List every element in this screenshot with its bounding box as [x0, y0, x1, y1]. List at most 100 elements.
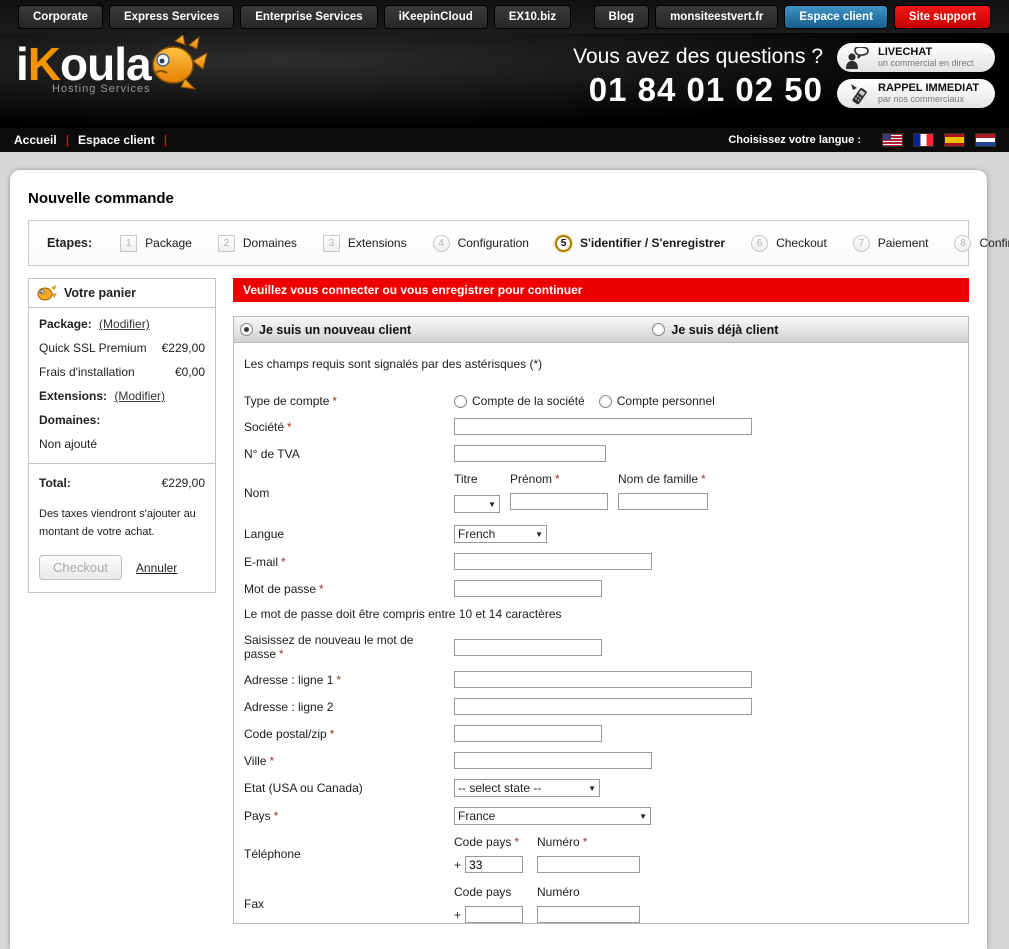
new-client-radio[interactable] — [240, 323, 253, 336]
vat-row: N° de TVA — [244, 445, 958, 462]
checkout-button[interactable]: Checkout — [39, 555, 122, 580]
modify-extensions-link[interactable]: (Modifier) — [114, 389, 165, 403]
livechat-button[interactable]: LIVECHAT un commercial en direct — [837, 43, 995, 72]
title-select[interactable]: ▼ — [454, 495, 500, 513]
fish-mascot-icon — [145, 35, 209, 93]
tab-ex10biz[interactable]: EX10.biz — [494, 5, 571, 29]
tab-espace-client[interactable]: Espace client — [784, 5, 888, 29]
phone-callback-icon — [845, 83, 871, 105]
rappel-subtitle: par nos commerciaux — [878, 95, 979, 104]
password-confirm-row: Saisissez de nouveau le mot de passe* — [244, 633, 958, 661]
zip-row: Code postal/zip* — [244, 725, 958, 742]
cart-total-row: Total: €229,00 — [39, 476, 205, 490]
rappel-immediat-button[interactable]: RAPPEL IMMEDIAT par nos commerciaux — [837, 79, 995, 108]
email-input[interactable] — [454, 553, 652, 570]
step-number-badge: 6 — [751, 235, 768, 252]
step-checkout[interactable]: 6 Checkout — [751, 235, 827, 252]
password-confirm-input[interactable] — [454, 639, 602, 656]
cart-header: Votre panier — [29, 279, 215, 308]
chevron-down-icon: ▼ — [639, 812, 647, 821]
existing-client-radio[interactable] — [652, 323, 665, 336]
first-name-input[interactable] — [510, 493, 608, 510]
page-title: Nouvelle commande — [28, 190, 969, 207]
step-extensions[interactable]: 3 Extensions — [323, 235, 407, 252]
cart-domains-label: Domaines: — [39, 413, 205, 427]
tab-new-client[interactable]: Je suis un nouveau client — [240, 323, 411, 337]
city-input[interactable] — [454, 752, 652, 769]
step-package[interactable]: 1 Package — [120, 235, 192, 252]
step-configuration[interactable]: 4 Configuration — [433, 235, 529, 252]
country-select[interactable]: France▼ — [454, 807, 651, 825]
flag-es-icon[interactable] — [945, 134, 964, 146]
step-number-badge: 7 — [853, 235, 870, 252]
tab-ikeepincloud[interactable]: iKeepinCloud — [384, 5, 488, 29]
required-fields-note: Les champs requis sont signalés par des … — [244, 357, 958, 371]
order-card: Nouvelle commande Etapes: 1 Package 2 Do… — [10, 170, 987, 949]
step-number-badge: 2 — [218, 235, 235, 252]
step-number-badge: 3 — [323, 235, 340, 252]
steps-bar: Etapes: 1 Package 2 Domaines 3 Extension… — [28, 220, 969, 266]
fax-country-code-input[interactable] — [465, 906, 523, 923]
language-row: Langue French▼ — [244, 525, 958, 543]
chevron-down-icon: ▼ — [535, 530, 543, 539]
address-line1-input[interactable] — [454, 671, 752, 688]
header: iKoula Hosting Services Vous avez des qu… — [0, 33, 1009, 128]
tab-monsiteestvert[interactable]: monsiteestvert.fr — [655, 5, 778, 29]
phone-number-input[interactable] — [537, 856, 640, 873]
chevron-down-icon: ▼ — [588, 784, 596, 793]
company-row: Société* — [244, 418, 958, 435]
personal-account-radio[interactable] — [599, 395, 612, 408]
account-type-row: Type de compte* Compte de la société Com… — [244, 394, 958, 408]
flag-nl-icon[interactable] — [976, 134, 995, 146]
ikoula-logo[interactable]: iKoula Hosting Services — [16, 41, 209, 95]
cancel-link[interactable]: Annuler — [136, 561, 177, 575]
nav-separator: | — [164, 133, 167, 147]
rappel-title: RAPPEL IMMEDIAT — [878, 83, 979, 95]
fax-number-input[interactable] — [537, 906, 640, 923]
cart-title: Votre panier — [64, 286, 136, 300]
step-confirmation[interactable]: 8 Confirmation — [954, 235, 1009, 252]
tab-existing-client[interactable]: Je suis déjà client — [652, 323, 778, 337]
password-input[interactable] — [454, 580, 602, 597]
cart-panel: Votre panier Package: (Modifier) Quick S… — [28, 278, 216, 593]
login-required-banner: Veuillez vous connecter ou vous enregist… — [233, 278, 969, 302]
phone-country-code-input[interactable] — [465, 856, 523, 873]
city-row: Ville* — [244, 752, 958, 769]
vat-input[interactable] — [454, 445, 606, 462]
fax-row: Fax Code pays + Numéro — [244, 885, 958, 923]
step-domaines[interactable]: 2 Domaines — [218, 235, 297, 252]
modify-package-link[interactable]: (Modifier) — [99, 317, 150, 331]
flag-us-icon[interactable] — [883, 134, 902, 146]
tab-corporate[interactable]: Corporate — [18, 5, 103, 29]
cart-install-row: Frais d'installation €0,00 — [39, 365, 205, 379]
cart-item-price: €229,00 — [162, 341, 205, 355]
language-chooser-label: Choisissez votre langue : — [728, 134, 861, 146]
password-row: Mot de passe* — [244, 580, 958, 597]
phone-row: Téléphone Code pays* + Numéro* — [244, 835, 958, 873]
flag-fr-icon[interactable] — [914, 134, 933, 146]
tab-site-support[interactable]: Site support — [894, 5, 991, 29]
email-row: E-mail* — [244, 553, 958, 570]
state-row: Etat (USA ou Canada) -- select state --▼ — [244, 779, 958, 797]
state-select[interactable]: -- select state --▼ — [454, 779, 600, 797]
tab-blog[interactable]: Blog — [594, 5, 650, 29]
cart-total-value: €229,00 — [162, 476, 205, 490]
company-account-radio[interactable] — [454, 395, 467, 408]
language-select[interactable]: French▼ — [454, 525, 547, 543]
phone-number: 01 84 01 02 50 — [573, 71, 823, 109]
nav-separator: | — [66, 133, 69, 147]
cart-item-name: Quick SSL Premium — [39, 341, 147, 355]
last-name-input[interactable] — [618, 493, 708, 510]
tab-express-services[interactable]: Express Services — [109, 5, 234, 29]
address-line2-input[interactable] — [454, 698, 752, 715]
zip-input[interactable] — [454, 725, 602, 742]
tab-enterprise-services[interactable]: Enterprise Services — [240, 5, 377, 29]
step-paiement[interactable]: 7 Paiement — [853, 235, 929, 252]
cart-package-row: Package: (Modifier) — [39, 317, 205, 331]
nav-espace-client[interactable]: Espace client — [78, 133, 155, 147]
address1-row: Adresse : ligne 1* — [244, 671, 958, 688]
cart-item-row: Quick SSL Premium €229,00 — [39, 341, 205, 355]
nav-accueil[interactable]: Accueil — [14, 133, 57, 147]
company-input[interactable] — [454, 418, 752, 435]
step-sidentifier[interactable]: 5 S'identifier / S'enregistrer — [555, 235, 725, 252]
